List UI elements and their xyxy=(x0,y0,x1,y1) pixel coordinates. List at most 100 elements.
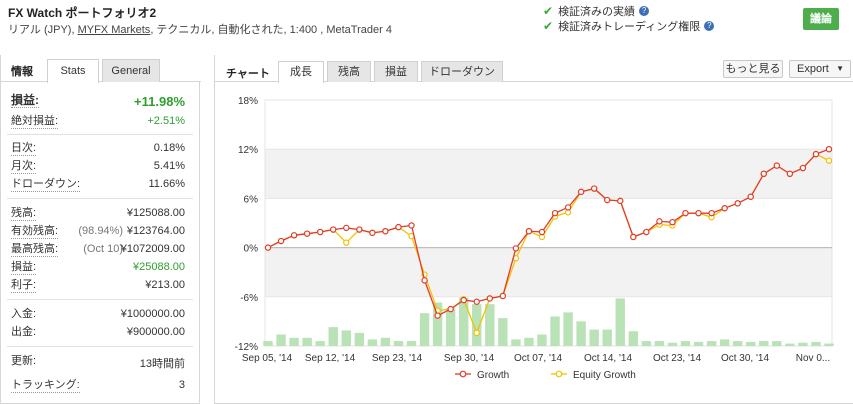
account-type: リアル (JPY), xyxy=(8,24,75,36)
volume-bar xyxy=(759,341,769,346)
volume-bar xyxy=(263,341,273,346)
data-point xyxy=(617,197,624,205)
y-axis: 18% 12% 6% 0% -6% -12% xyxy=(235,96,258,353)
volume-bar xyxy=(302,337,312,346)
data-point xyxy=(682,209,689,217)
data-point xyxy=(590,185,598,192)
x-axis: Sep 05, '14 Sep 12, '14 Sep 23, '14 Sep 30,… xyxy=(242,353,830,364)
volume-bar xyxy=(824,343,834,346)
volume-bar xyxy=(680,341,691,346)
x-tick-label: Oct 07, '14 xyxy=(514,353,562,364)
legend-label: Equity Growth xyxy=(573,370,636,381)
data-point xyxy=(669,218,676,226)
volume-bar xyxy=(719,339,730,346)
data-point xyxy=(604,196,611,204)
data-point xyxy=(395,223,402,231)
chart-tabs: チャート 成長 残高 損益 ドローダウン もっと見る Export ▼ xyxy=(215,55,853,83)
volume-bar xyxy=(419,313,430,346)
stat-interest: 利子: ¥213.00 xyxy=(11,279,185,293)
verified-track-record-label: 検証済みの実績 xyxy=(558,6,636,18)
volume-bar xyxy=(811,341,821,346)
volume-bar xyxy=(628,331,638,346)
tab-growth[interactable]: 成長 xyxy=(278,61,324,83)
volume-bar xyxy=(328,327,338,346)
chart-label: チャート xyxy=(226,68,270,80)
y-tick-label: 6% xyxy=(244,194,259,205)
divider xyxy=(7,198,193,199)
data-point xyxy=(343,224,350,232)
stats-tabs: 情報 Stats General xyxy=(1,55,201,83)
tab-stats[interactable]: Stats xyxy=(47,59,99,83)
stat-equity: 有効残高: (98.94%) ¥123764.00 xyxy=(11,225,185,239)
stat-monthly: 月次: 5.41% xyxy=(11,160,185,174)
help-icon[interactable]: ? xyxy=(639,6,650,16)
broker-link[interactable]: MYFX Markets xyxy=(78,24,151,36)
x-tick-label: Sep 23, '14 xyxy=(372,353,423,364)
volume-bar xyxy=(445,308,456,346)
volume-bar xyxy=(772,341,782,346)
data-point xyxy=(551,209,559,217)
volume-bar xyxy=(693,341,704,346)
data-point xyxy=(343,239,350,246)
volume-bar xyxy=(315,341,325,346)
data-point xyxy=(369,229,376,237)
export-dropdown[interactable]: Export ▼ xyxy=(789,60,851,78)
chart-band xyxy=(265,247,832,297)
volume-bar xyxy=(732,341,743,346)
data-point xyxy=(356,226,363,233)
help-icon[interactable]: ? xyxy=(704,21,715,31)
volume-bar xyxy=(589,329,599,346)
verified-track-record: ✔ 検証済みの実績 ? xyxy=(543,3,650,19)
volume-bar xyxy=(393,341,404,346)
more-button[interactable]: もっと見る xyxy=(723,60,783,78)
data-point xyxy=(264,244,272,251)
data-point xyxy=(277,237,285,245)
volume-bar xyxy=(341,330,351,346)
volume-bar xyxy=(524,337,534,346)
volume-bar xyxy=(785,343,795,346)
volume-bar xyxy=(537,334,547,346)
data-point xyxy=(382,227,389,235)
data-point xyxy=(434,312,441,319)
data-point xyxy=(290,232,298,239)
legend-item-equity-growth: Equity Growth xyxy=(551,370,636,381)
y-tick-label: 18% xyxy=(238,96,258,107)
stat-withdrawals: 出金: ¥900000.00 xyxy=(11,326,185,338)
verified-trading-privileges: ✔ 検証済みトレーディング権限 ? xyxy=(543,18,715,34)
data-point xyxy=(656,218,663,225)
x-tick-label: Nov 0... xyxy=(796,353,830,364)
x-tick-label: Oct 30, '14 xyxy=(721,353,769,364)
y-tick-label: -6% xyxy=(240,293,258,304)
volume-bar xyxy=(276,334,286,346)
data-point xyxy=(695,209,702,217)
data-point xyxy=(799,164,807,172)
data-point xyxy=(630,233,637,241)
chart-band xyxy=(265,149,832,199)
volume-bar xyxy=(459,297,469,346)
legend-swatch-marker xyxy=(459,370,467,378)
stat-absolute-gain: 絶対損益: +2.51% xyxy=(11,115,185,129)
volume-bar xyxy=(485,304,495,346)
tab-drawdown[interactable]: ドローダウン xyxy=(421,61,503,82)
account-subtitle: リアル (JPY), MYFX Markets, テクニカル, 自動化された, … xyxy=(8,21,392,37)
stat-deposits: 入金: ¥1000000.00 xyxy=(11,308,185,320)
tab-balance[interactable]: 残高 xyxy=(327,61,371,82)
tab-profit[interactable]: 損益 xyxy=(374,61,418,82)
data-point xyxy=(577,188,585,196)
discuss-button[interactable]: 議論 xyxy=(803,8,839,30)
data-point xyxy=(564,204,572,211)
volume-bar xyxy=(498,318,508,346)
data-point xyxy=(460,296,467,304)
volume-bar xyxy=(602,329,612,346)
stat-balance: 残高: ¥125088.00 xyxy=(11,207,185,221)
volume-bar xyxy=(367,339,378,346)
account-title: FX Watch ポートフォリオ2 xyxy=(8,6,157,20)
volume-bar xyxy=(406,341,417,346)
stat-updated: 更新: 13時間前 xyxy=(11,355,185,370)
x-tick-label: Sep 12, '14 xyxy=(305,353,356,364)
data-point xyxy=(330,226,337,233)
data-point xyxy=(316,228,324,236)
tab-general[interactable]: General xyxy=(102,59,160,82)
volume-bar xyxy=(511,339,521,346)
stat-gain: 損益: +11.98% xyxy=(11,93,185,109)
